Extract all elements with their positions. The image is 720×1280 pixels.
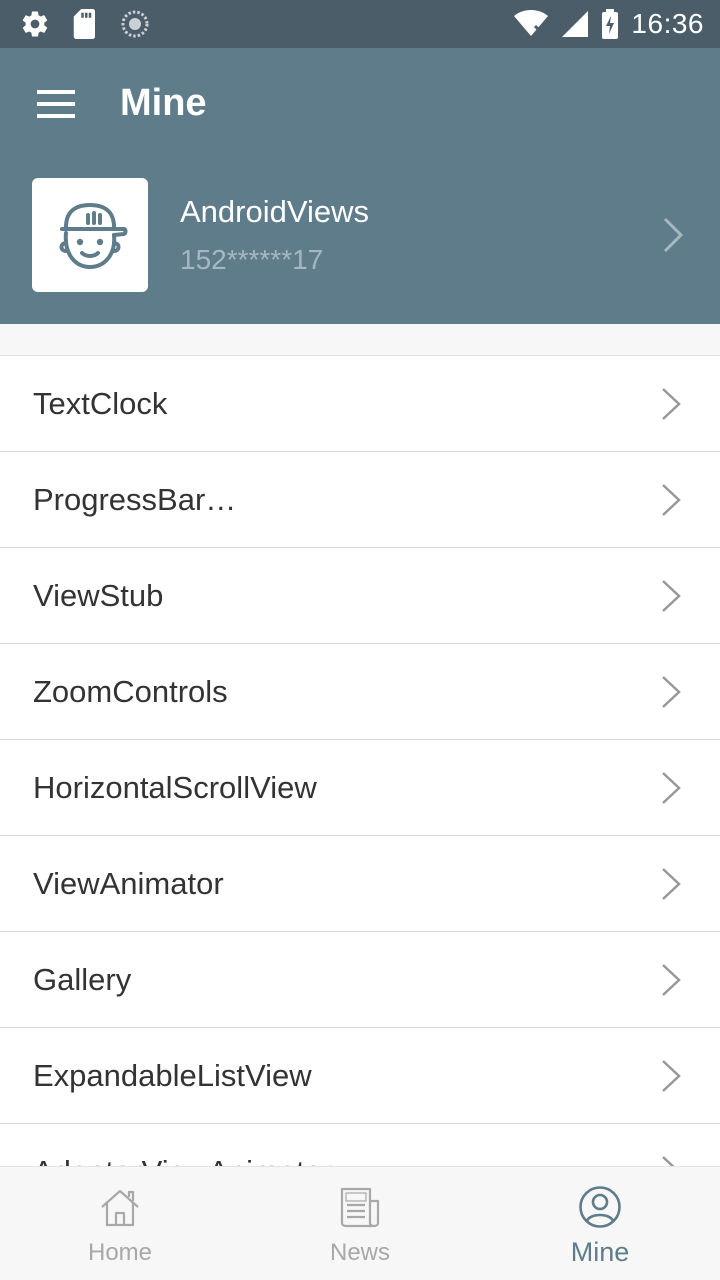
wifi-icon: [514, 10, 549, 36]
list-item-label: TextClock: [33, 386, 168, 421]
list-item[interactable]: AdapterViewAnimator: [0, 1124, 720, 1166]
list-item[interactable]: ViewAnimator: [0, 836, 720, 932]
list-item[interactable]: ViewStub: [0, 548, 720, 644]
list-item[interactable]: TextClock: [0, 356, 720, 452]
nav-tab-news[interactable]: News: [240, 1167, 480, 1280]
clock-time: 16:36: [631, 8, 704, 39]
list-item-label: ZoomControls: [33, 674, 228, 709]
profile-icon: [579, 1186, 621, 1228]
sd-card-icon: [73, 9, 95, 39]
chevron-right-icon: [662, 964, 681, 996]
nav-label-mine: Mine: [570, 1237, 630, 1267]
views-list[interactable]: TextClock ProgressBar… ViewStub ZoomCont…: [0, 356, 720, 1166]
battery-charging-icon: [602, 9, 619, 39]
profile-phone: 152******17: [180, 244, 324, 275]
avatar[interactable]: [32, 178, 148, 292]
list-item-label: ExpandableListView: [33, 1058, 312, 1093]
bottom-navigation: Home News Mine: [0, 1166, 720, 1280]
list-item[interactable]: ProgressBar…: [0, 452, 720, 548]
home-icon: [101, 1189, 139, 1227]
profile-header: Mine AndroidViews 152******17: [0, 48, 720, 324]
list-item-label: HorizontalScrollView: [33, 770, 317, 805]
nav-label-news: News: [329, 1239, 390, 1266]
cell-signal-icon: [562, 11, 589, 37]
chevron-right-icon: [662, 772, 681, 804]
list-item-label: ViewStub: [33, 578, 164, 613]
chevron-right-icon: [662, 1156, 675, 1166]
list-item-label: AdapterViewAnimator: [33, 1154, 332, 1166]
status-bar: 16:36: [0, 0, 720, 48]
list-item-label: ProgressBar…: [33, 482, 237, 517]
list-item-label: ViewAnimator: [33, 866, 224, 901]
profile-name: AndroidViews: [180, 194, 369, 229]
chevron-right-icon: [662, 868, 681, 900]
chevron-right-icon: [662, 388, 681, 420]
sync-icon: [121, 10, 149, 38]
section-spacer: [0, 324, 720, 356]
chevron-right-icon: [662, 580, 681, 612]
news-icon: [340, 1187, 380, 1228]
nav-label-home: Home: [87, 1239, 153, 1266]
chevron-right-icon: [662, 676, 681, 708]
chevron-right-icon: [662, 484, 681, 516]
page-title: Mine: [120, 82, 207, 124]
nav-tab-home[interactable]: Home: [0, 1167, 240, 1280]
hamburger-menu-icon[interactable]: [34, 84, 78, 124]
list-item[interactable]: HorizontalScrollView: [0, 740, 720, 836]
list-item[interactable]: ExpandableListView: [0, 1028, 720, 1124]
kid-face-cap-icon: [59, 203, 128, 269]
list-item-label: Gallery: [33, 962, 132, 997]
list-item[interactable]: ZoomControls: [0, 644, 720, 740]
nav-tab-mine[interactable]: Mine: [480, 1167, 720, 1280]
chevron-right-icon[interactable]: [662, 216, 684, 254]
list-item[interactable]: Gallery: [0, 932, 720, 1028]
status-bar-left: [20, 8, 150, 40]
chevron-right-icon: [662, 1060, 681, 1092]
status-bar-right: 16:36: [513, 8, 704, 40]
gear-icon: [22, 11, 48, 37]
